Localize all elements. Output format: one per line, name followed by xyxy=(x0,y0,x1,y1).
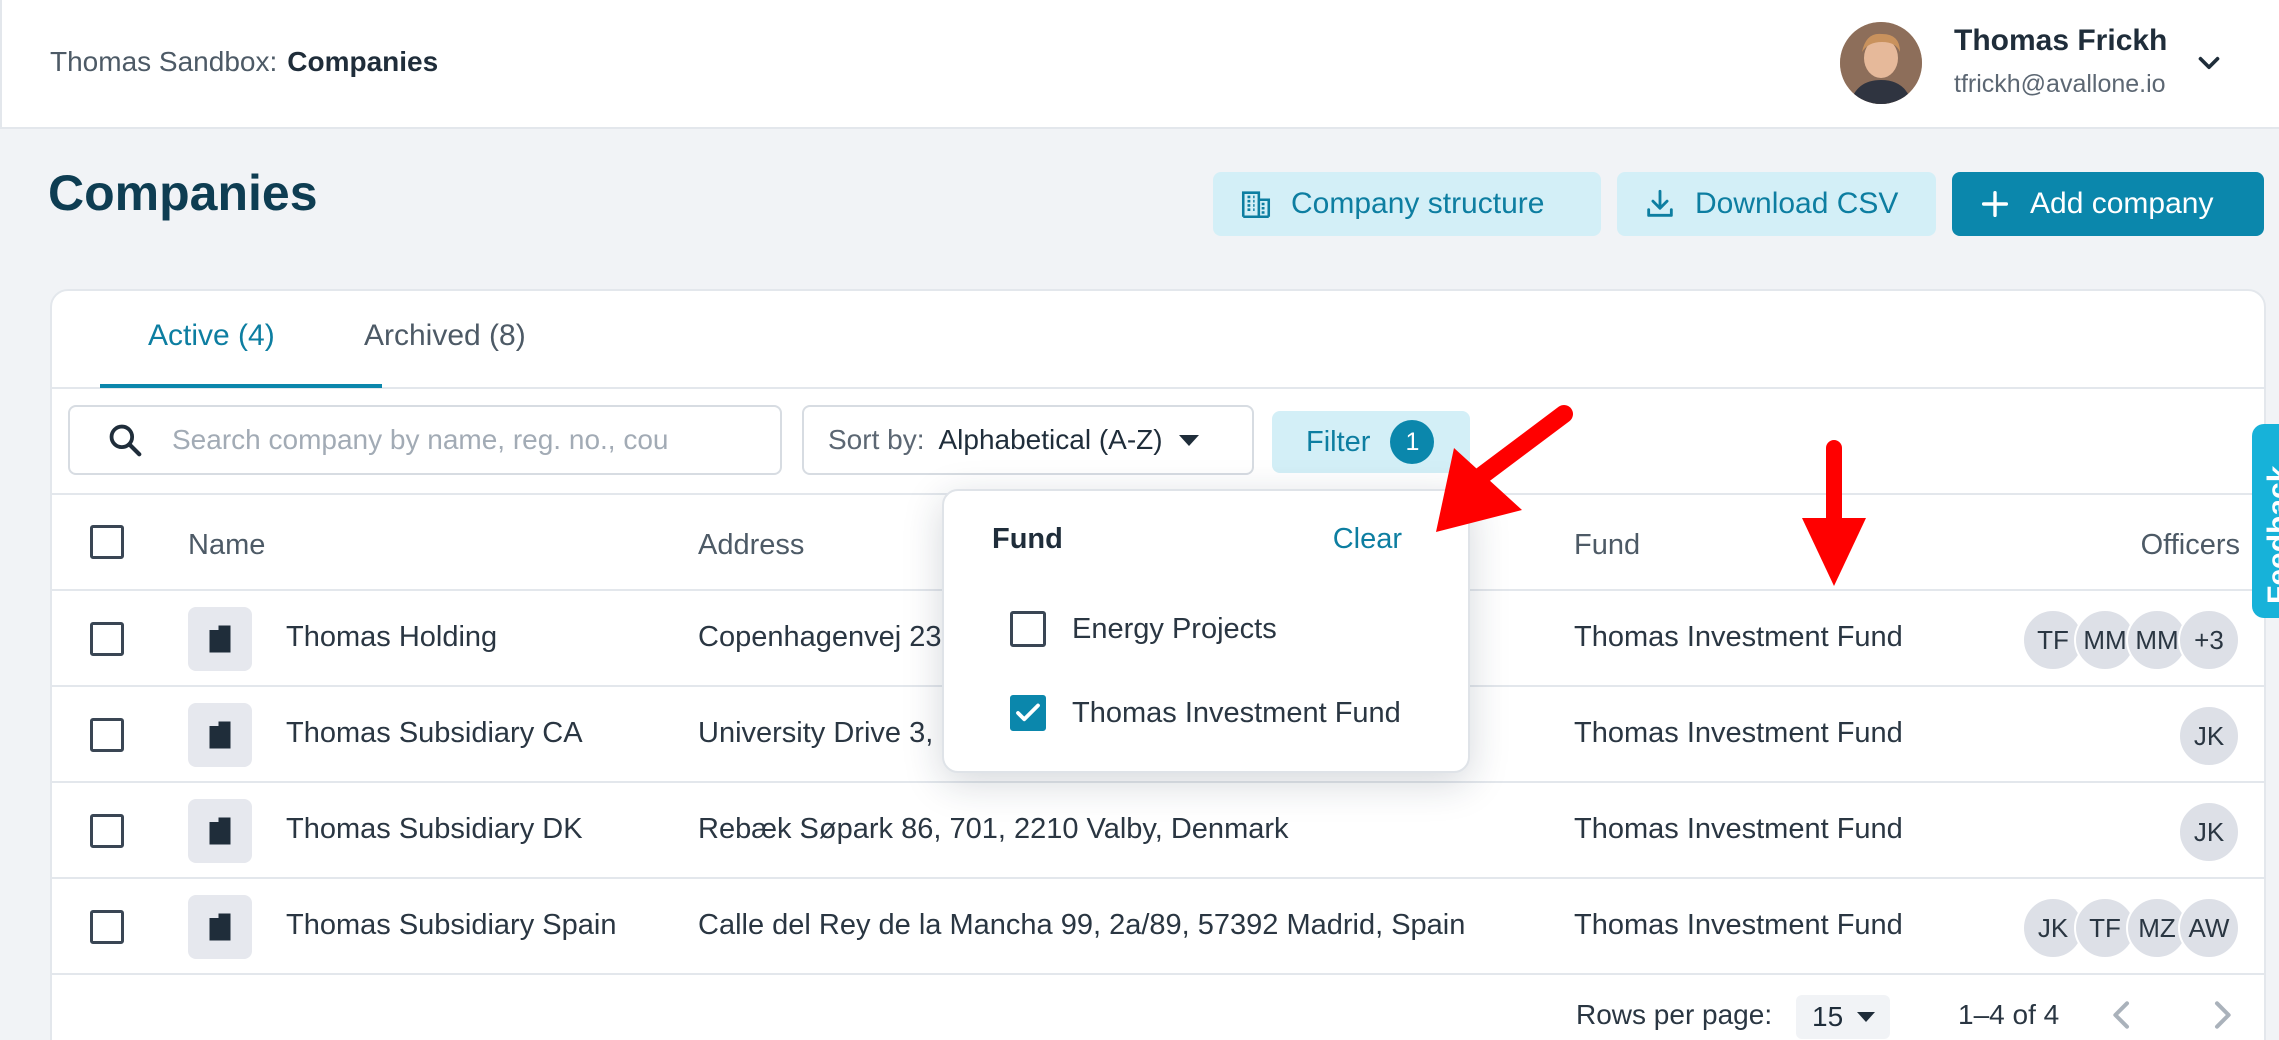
plus-icon xyxy=(1981,190,2009,218)
filter-count-badge: 1 xyxy=(1390,420,1435,464)
select-all-checkbox[interactable] xyxy=(90,525,124,559)
building-icon xyxy=(1241,191,1271,219)
active-tab-indicator xyxy=(100,384,382,388)
company-name[interactable]: Thomas Subsidiary CA xyxy=(286,717,583,750)
fund-option-label: Thomas Investment Fund xyxy=(1072,696,1401,729)
caret-down-icon xyxy=(1857,1012,1876,1022)
download-csv-button[interactable]: Download CSV xyxy=(1617,172,1936,236)
chevron-right-icon[interactable] xyxy=(2202,995,2242,1035)
column-header-fund[interactable]: Fund xyxy=(1574,529,1640,562)
column-header-address[interactable]: Address xyxy=(698,529,804,562)
download-icon xyxy=(1647,189,1673,217)
breadcrumb-section: Companies xyxy=(287,46,439,77)
caret-down-icon xyxy=(1178,434,1199,446)
company-building-icon xyxy=(188,607,252,671)
checkmark-icon xyxy=(1016,703,1040,722)
user-email: tfrickh@avallone.io xyxy=(1954,70,2166,98)
company-name[interactable]: Thomas Subsidiary Spain xyxy=(286,909,616,942)
officer-avatar[interactable]: JK xyxy=(2178,801,2240,863)
row-checkbox[interactable] xyxy=(90,910,124,944)
clear-filter-button[interactable]: Clear xyxy=(1333,523,1402,556)
officer-avatar[interactable]: +3 xyxy=(2178,609,2240,671)
company-address: Copenhagenvej 23 xyxy=(698,621,942,653)
fund-filter-title: Fund xyxy=(992,523,1063,555)
chevron-left-icon[interactable] xyxy=(2102,995,2142,1035)
table-row[interactable]: Thomas Subsidiary Spain Calle del Rey de… xyxy=(52,879,2264,975)
officers-group: +3 MM MM TF xyxy=(2022,609,2240,671)
column-header-name[interactable]: Name xyxy=(188,529,265,562)
table-row[interactable]: Thomas Subsidiary DK Rebæk Søpark 86, 70… xyxy=(52,783,2264,879)
company-building-icon xyxy=(188,799,252,863)
tab-active[interactable]: Active (4) xyxy=(148,319,275,353)
rows-per-page-label: Rows per page: xyxy=(1576,999,1773,1030)
row-checkbox[interactable] xyxy=(90,718,124,752)
fund-filter-dropdown: Fund Clear Energy Projects Thomas Invest… xyxy=(942,489,1470,773)
tab-archived[interactable]: Archived (8) xyxy=(364,319,526,353)
company-structure-button[interactable]: Company structure xyxy=(1213,172,1601,236)
fund-option-checkbox[interactable] xyxy=(1010,611,1046,647)
search-input[interactable] xyxy=(172,424,732,456)
company-fund: Thomas Investment Fund xyxy=(1574,717,1903,749)
add-company-button[interactable]: Add company xyxy=(1952,172,2264,236)
company-fund: Thomas Investment Fund xyxy=(1574,621,1903,653)
company-address: Rebæk Søpark 86, 701, 2210 Valby, Denmar… xyxy=(698,813,1289,845)
avatar[interactable] xyxy=(1840,22,1922,104)
search-box[interactable] xyxy=(68,405,782,475)
sort-label: Sort by: xyxy=(828,424,925,455)
filter-label: Filter xyxy=(1306,425,1371,458)
breadcrumb: Thomas Sandbox: Companies xyxy=(50,46,438,78)
filter-button[interactable]: Filter 1 xyxy=(1272,411,1470,473)
feedback-tab[interactable]: Feedback xyxy=(2252,424,2279,618)
officers-group: AW MZ TF JK xyxy=(2022,897,2240,959)
officers-group: JK xyxy=(2178,801,2240,863)
page-title: Companies xyxy=(48,165,318,221)
sort-select[interactable]: Sort by: Alphabetical (A-Z) xyxy=(802,405,1254,475)
sort-value: Alphabetical (A-Z) xyxy=(938,424,1163,455)
download-csv-label: Download CSV xyxy=(1695,187,1899,220)
company-building-icon xyxy=(188,895,252,959)
tab-bar: Active (4) Archived (8) xyxy=(52,291,2264,389)
rows-per-page-value: 15 xyxy=(1812,1001,1844,1032)
company-address: University Drive 3, xyxy=(698,717,934,749)
breadcrumb-workspace[interactable]: Thomas Sandbox: xyxy=(50,46,277,77)
row-checkbox[interactable] xyxy=(90,622,124,656)
company-building-icon xyxy=(188,703,252,767)
fund-option-energy-projects[interactable]: Energy Projects xyxy=(1010,609,1277,649)
search-icon xyxy=(109,424,142,457)
feedback-label: Feedback xyxy=(2262,465,2279,604)
top-bar: Thomas Sandbox: Companies Thomas Frickh t… xyxy=(0,0,2279,129)
officer-avatar[interactable]: AW xyxy=(2178,897,2240,959)
company-address: Calle del Rey de la Mancha 99, 2a/89, 57… xyxy=(698,909,1466,941)
pagination-range: 1–4 of 4 xyxy=(1958,999,2060,1030)
column-header-officers: Officers xyxy=(2140,529,2240,561)
fund-option-label: Energy Projects xyxy=(1072,612,1277,645)
fund-option-thomas-investment-fund[interactable]: Thomas Investment Fund xyxy=(1010,693,1401,733)
row-checkbox[interactable] xyxy=(90,814,124,848)
company-structure-label: Company structure xyxy=(1291,187,1545,220)
chevron-down-icon[interactable] xyxy=(2192,46,2226,80)
rows-per-page-select[interactable]: 15 xyxy=(1796,995,1890,1039)
company-fund: Thomas Investment Fund xyxy=(1574,909,1903,941)
user-name: Thomas Frickh xyxy=(1954,24,2168,57)
fund-option-checkbox[interactable] xyxy=(1010,695,1046,731)
company-name[interactable]: Thomas Holding xyxy=(286,621,497,654)
officer-avatar[interactable]: JK xyxy=(2178,705,2240,767)
company-name[interactable]: Thomas Subsidiary DK xyxy=(286,813,583,846)
officers-group: JK xyxy=(2178,705,2240,767)
add-company-label: Add company xyxy=(2030,187,2214,220)
company-fund: Thomas Investment Fund xyxy=(1574,813,1903,845)
